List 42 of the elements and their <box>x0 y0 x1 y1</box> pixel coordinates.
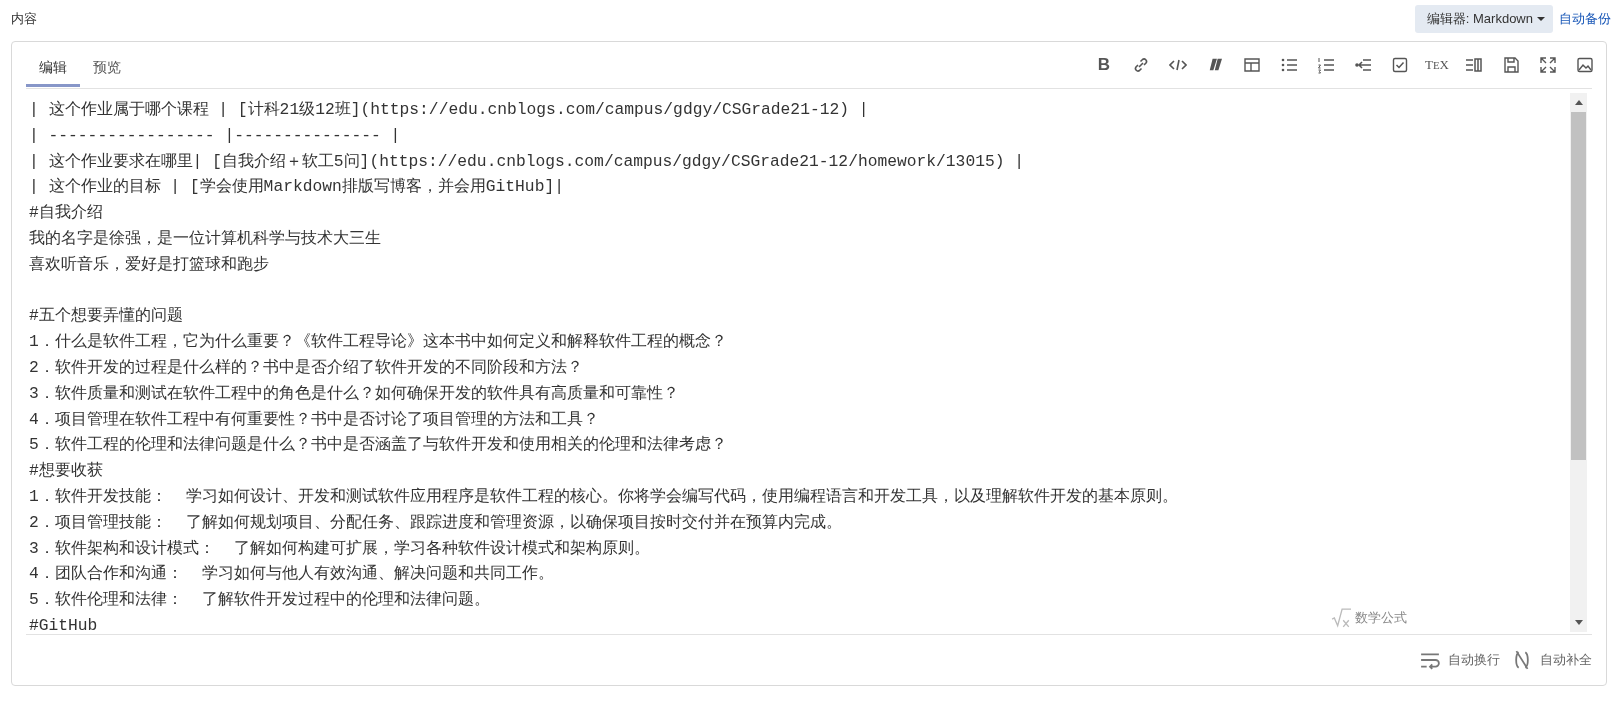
crossed-brackets-icon <box>1512 650 1532 670</box>
text-line: | 这个作业要求在哪里| [自我介绍＋软工5问](https://edu.cnblogs.com/campus/gdgy/CSGrade21-12/homework/13015) | <box>29 150 1024 173</box>
tab[interactable]: 编辑 <box>26 42 80 87</box>
square-root-icon <box>1331 608 1351 628</box>
link-icon <box>1132 55 1150 74</box>
text-line: 3．软件架构和设计模式： 了解如何构建可扩展，学习各种软件设计模式和架构原则。 <box>29 537 651 560</box>
math-formula-hint[interactable]: 数学公式 <box>1355 609 1407 627</box>
text-line: #想要收获 <box>29 460 103 483</box>
scrollbar[interactable] <box>1570 93 1587 632</box>
section-label: 内容 <box>11 10 38 28</box>
text-line: 5．软件伦理和法律： 了解软件开发过程中的伦理和法律问题。 <box>29 589 491 612</box>
wrap-toggle[interactable]: 自动换行 <box>1420 650 1500 670</box>
text-line: 2．项目管理技能： 了解如何规划项目、分配任务、跟踪进度和管理资源，以确保项目按时交付并在预算内完成。 <box>29 511 843 534</box>
text-line: 4．项目管理在软件工程中有何重要性？书中是否讨论了项目管理的方法和工具？ <box>29 408 599 431</box>
numbered-list-icon <box>1317 55 1335 74</box>
text-line: 3．软件质量和测试在软件工程中的角色是什么？如何确保开发的软件具有高质量和可靠性？ <box>29 382 679 405</box>
checkbox-icon <box>1391 55 1409 74</box>
text-line: #自我介绍 <box>29 202 103 225</box>
toolbar-button[interactable]: B <box>1093 53 1115 76</box>
auto-backup-link[interactable]: 自动备份 <box>1559 10 1611 28</box>
columns-icon <box>1465 55 1483 74</box>
quote-icon <box>1208 58 1222 71</box>
text-line: 5．软件工程的伦理和法律问题是什么？书中是否涵盖了与软件开发和使用相关的伦理和法律考虑？ <box>29 434 727 457</box>
text-line: 我的名字是徐强，是一位计算机科学与技术大三生 <box>29 228 381 250</box>
text-line: #五个想要弄懂的问题 <box>29 305 183 328</box>
autocomplete-toggle[interactable]: 自动补全 <box>1512 650 1592 670</box>
text-line: 4．团队合作和沟通： 学习如何与他人有效沟通、解决问题和共同工作。 <box>29 563 555 586</box>
text-line: | 这个作业的目标 | [学会使用Markdown排版写博客，并会用GitHub]| <box>29 176 564 199</box>
image-icon <box>1576 55 1594 74</box>
save-icon <box>1502 55 1520 74</box>
text-line: | 这个作业属于哪个课程 | [计科21级12班](https://edu.cnblogs.com/campus/gdgy/CSGrade21-12) | <box>29 99 869 121</box>
text-line: | ----------------- |--------------- | <box>29 124 401 147</box>
tab[interactable]: 预览 <box>80 42 134 87</box>
text-line: 1．什么是软件工程，它为什么重要？《软件工程导论》这本书中如何定义和解释软件工程的概念？ <box>29 331 727 354</box>
editor-dropdown[interactable]: 编辑器: Markdown <box>1414 5 1553 33</box>
table-icon <box>1243 55 1261 74</box>
text-line: 喜欢听音乐，爱好是打篮球和跑步 <box>29 253 269 276</box>
text-line: #GitHub <box>29 614 98 632</box>
fullscreen-icon <box>1539 55 1557 74</box>
caret-icon <box>1537 17 1545 21</box>
text-line: 2．软件开发的过程是什么样的？书中是否介绍了软件开发的不同阶段和方法？ <box>29 356 583 379</box>
text-line: 1．软件开发技能： 学习如何设计、开发和测试软件应用程序是软件工程的核心。你将学会编写代码，使用编程语言和开发工具，以及理解软件开发的基本原则。 <box>29 485 1179 508</box>
